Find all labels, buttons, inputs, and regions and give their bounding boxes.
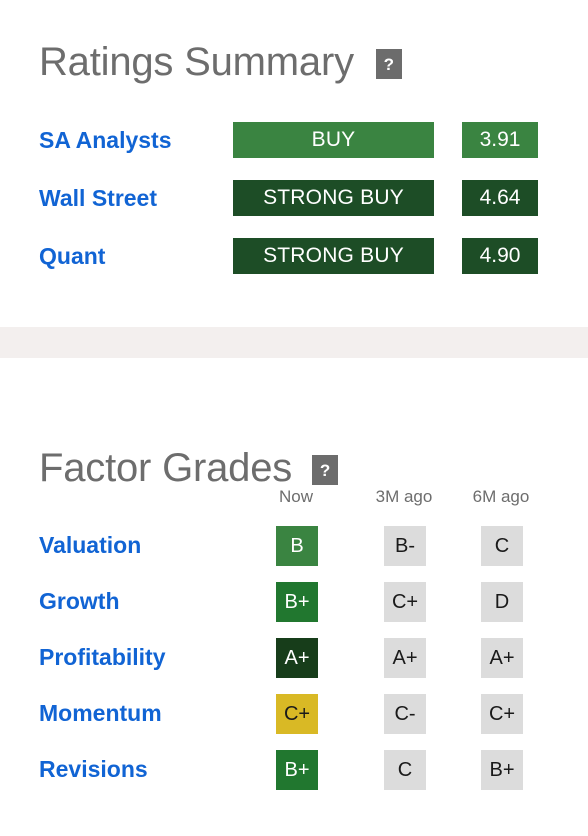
factor-row: Revisions B+ C B+ (0, 746, 588, 802)
factor-row: Growth B+ C+ D (0, 578, 588, 634)
factor-grades-section: Factor Grades ? Now 3M ago 6M ago Valuat… (0, 358, 588, 836)
rating-badge: STRONG BUY (233, 238, 434, 274)
factor-row: Valuation B B- C (0, 522, 588, 578)
grade-badge: A+ (481, 638, 523, 678)
rating-row: Quant STRONG BUY 4.90 (0, 234, 588, 292)
column-header-3m-ago: 3M ago (375, 487, 433, 506)
rating-score-badge: 4.64 (462, 180, 538, 216)
rating-score-badge: 4.90 (462, 238, 538, 274)
help-icon[interactable]: ? (312, 455, 339, 485)
grade-badge: C+ (384, 582, 426, 622)
grade-badge: B- (384, 526, 426, 566)
grade-badge: D (481, 582, 523, 622)
help-icon[interactable]: ? (375, 49, 402, 79)
grade-badge: B (276, 526, 318, 566)
factor-grades-column-headers: Now 3M ago 6M ago (0, 486, 588, 510)
rating-source-link[interactable]: Quant (39, 242, 105, 270)
rating-source-link[interactable]: Wall Street (39, 184, 157, 212)
ratings-summary-title: Ratings Summary (39, 40, 354, 84)
ratings-summary-header: Ratings Summary ? (39, 38, 402, 86)
ratings-summary-section: Ratings Summary ? SA Analysts BUY 3.91 Wall… (0, 0, 588, 327)
grade-badge: C (384, 750, 426, 790)
grade-badge: A+ (384, 638, 426, 678)
column-header-now: Now (278, 487, 313, 506)
grade-badge: B+ (276, 750, 318, 790)
rating-badge: BUY (233, 122, 434, 158)
rating-row: Wall Street STRONG BUY 4.64 (0, 176, 588, 234)
rating-row: SA Analysts BUY 3.91 (0, 118, 588, 176)
ratings-list: SA Analysts BUY 3.91 Wall Street STRONG BUY 4… (0, 118, 588, 292)
factor-grades-title: Factor Grades (39, 446, 293, 490)
grade-badge: C+ (276, 694, 318, 734)
factor-grades-list: Valuation B B- C Growth B+ C+ D Profitability A+ A… (0, 522, 588, 802)
column-header-6m-ago: 6M ago (472, 487, 530, 506)
rating-score-badge: 3.91 (462, 122, 538, 158)
factor-name-link[interactable]: Momentum (39, 699, 162, 727)
rating-badge: STRONG BUY (233, 180, 434, 216)
grade-badge: B+ (276, 582, 318, 622)
rating-source-link[interactable]: SA Analysts (39, 126, 172, 154)
factor-name-link[interactable]: Revisions (39, 755, 148, 783)
grade-badge: C (481, 526, 523, 566)
factor-row: Profitability A+ A+ A+ (0, 634, 588, 690)
factor-grades-header: Factor Grades ? (39, 444, 339, 492)
grade-badge: C+ (481, 694, 523, 734)
factor-name-link[interactable]: Valuation (39, 531, 141, 559)
factor-name-link[interactable]: Profitability (39, 643, 166, 671)
grade-badge: B+ (481, 750, 523, 790)
grade-badge: A+ (276, 638, 318, 678)
factor-row: Momentum C+ C- C+ (0, 690, 588, 746)
grade-badge: C- (384, 694, 426, 734)
section-divider-band (0, 327, 588, 358)
factor-name-link[interactable]: Growth (39, 587, 120, 615)
